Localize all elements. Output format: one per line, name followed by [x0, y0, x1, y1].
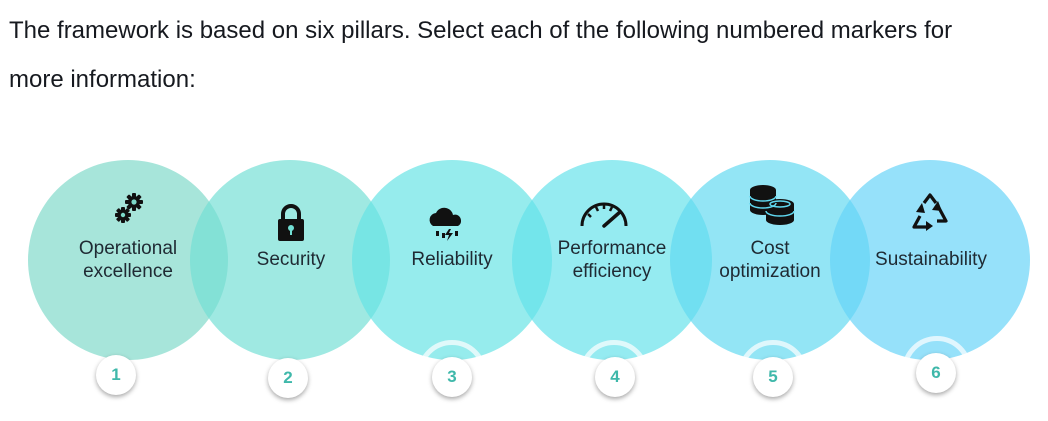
pillars-diagram: Operational excellence Security Reliabil… — [0, 150, 1048, 421]
label-line: Operational — [78, 238, 178, 259]
marker-number: 4 — [610, 367, 620, 386]
recycle-icon — [912, 193, 948, 231]
marker-5-button[interactable]: 5 — [753, 357, 793, 397]
label-line: Cost — [750, 238, 790, 259]
label-line: efficiency — [572, 261, 652, 282]
marker-6-button[interactable]: 6 — [916, 353, 956, 393]
label-line: excellence — [83, 261, 173, 282]
pillar-label-security: Security — [226, 248, 356, 271]
label-line: Reliability — [411, 249, 493, 270]
marker-number: 5 — [768, 367, 778, 386]
gears-icon — [115, 193, 143, 223]
label-line: optimization — [719, 261, 821, 282]
pillar-label-cost-optimization: Cost optimization — [705, 237, 835, 283]
speedometer-icon — [580, 202, 628, 228]
marker-1-button[interactable]: 1 — [96, 355, 136, 395]
storm-cloud-icon — [429, 207, 462, 241]
label-line: Security — [256, 249, 326, 270]
coin-stack-icon — [749, 185, 795, 225]
marker-number: 6 — [931, 363, 941, 382]
marker-3-button[interactable]: 3 — [432, 357, 472, 397]
label-line: Sustainability — [875, 249, 987, 270]
pillar-label-reliability: Reliability — [387, 248, 517, 271]
intro-text: The framework is based on six pillars. S… — [9, 6, 1029, 104]
marker-number: 1 — [111, 365, 121, 384]
marker-4-button[interactable]: 4 — [595, 357, 635, 397]
pillar-label-performance-efficiency: Performance efficiency — [547, 237, 677, 283]
marker-number: 2 — [283, 368, 293, 387]
intro-line-2: more information: — [9, 66, 196, 93]
pillar-label-operational-excellence: Operational excellence — [63, 237, 193, 283]
marker-number: 3 — [447, 367, 457, 386]
padlock-icon — [278, 204, 304, 241]
label-line: Performance — [557, 238, 667, 259]
pillar-label-sustainability: Sustainability — [866, 248, 996, 271]
intro-line-1: The framework is based on six pillars. S… — [9, 17, 953, 44]
marker-2-button[interactable]: 2 — [268, 358, 308, 398]
